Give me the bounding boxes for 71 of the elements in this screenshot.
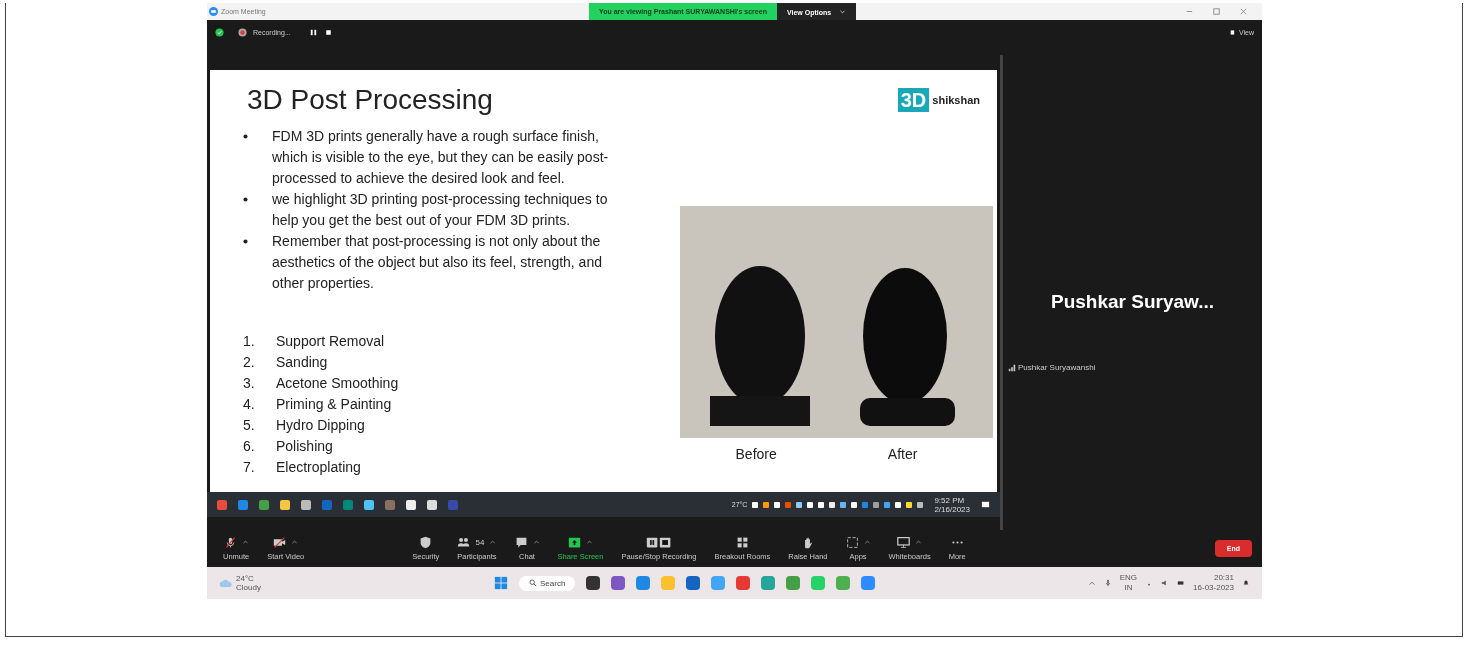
people-icon	[457, 536, 471, 549]
cloud-icon	[219, 578, 233, 588]
logo-mark: 3D	[897, 88, 930, 112]
app-icon[interactable]	[427, 499, 437, 510]
app-icon[interactable]	[406, 499, 416, 510]
view-icon	[1229, 29, 1237, 36]
weather-widget[interactable]: 24°C Cloudy	[219, 574, 494, 592]
caret-up-icon	[863, 539, 871, 546]
chevron-up-icon[interactable]	[1087, 579, 1096, 587]
chat-bubble-icon	[514, 536, 528, 549]
bullet-text: we highlight 3D printing post-processing techniques to help you get the best out of your FDM 3D prints.	[272, 190, 609, 230]
caret-up-icon	[585, 539, 593, 546]
clock-date: 2/16/2023	[934, 504, 970, 514]
step-text: Hydro Dipping	[276, 416, 365, 435]
caret-up-icon	[532, 539, 540, 546]
notification-bell-icon[interactable]	[1242, 579, 1250, 587]
microphone-icon[interactable]	[1103, 579, 1112, 587]
shield-icon[interactable]	[215, 28, 224, 37]
app-icon[interactable]	[280, 499, 290, 510]
video-camera-icon	[273, 536, 287, 549]
step-text: Sanding	[276, 353, 328, 372]
caret-up-icon	[915, 539, 923, 546]
step-number: 3.	[243, 374, 256, 393]
app-icon[interactable]	[586, 576, 601, 590]
bullet-icon	[243, 197, 248, 202]
step-number: 2.	[243, 353, 256, 372]
logo-text: shikshan	[932, 94, 980, 106]
step-number: 5.	[243, 416, 256, 435]
slide-title: 3D Post Processing	[247, 84, 493, 116]
step-number: 6.	[243, 437, 256, 456]
app-icon[interactable]	[364, 499, 374, 510]
signal-icon	[1008, 363, 1016, 372]
grid-icon	[735, 536, 749, 549]
bullet-text: FDM 3D prints generally have a rough surface finish, which is visible to the eye, but they can be easily post-processed to achieve the desired look and feel.	[272, 127, 610, 188]
notification-icon[interactable]	[981, 500, 990, 509]
step-text: Electroplating	[276, 458, 361, 477]
app-icon[interactable]	[301, 499, 311, 510]
bullet-icon	[243, 134, 248, 139]
step-number: 7.	[243, 458, 256, 477]
microphone-icon	[223, 536, 237, 549]
taskbar-clock[interactable]: 20:31 16-03-2023	[1193, 573, 1234, 593]
step-text: Polishing	[276, 437, 333, 456]
bullet-text: Remember that post-processing is not only about the aesthetics of the object but also its feel, strength, and other properties.	[272, 232, 603, 293]
caret-up-icon	[489, 539, 497, 546]
search-button[interactable]: Search	[519, 575, 576, 591]
close-icon[interactable]	[1239, 7, 1248, 16]
caret-up-icon	[241, 539, 249, 546]
step-text: Acetone Smoothing	[276, 374, 399, 393]
caret-up-icon	[291, 539, 299, 546]
clock-time: 9:52 PM	[934, 495, 966, 505]
participant-name: Pushkar Suryaw...	[1050, 291, 1215, 313]
shield-icon	[419, 536, 433, 549]
share-screen-icon	[567, 536, 581, 549]
bullet-icon	[243, 239, 248, 244]
monitor-icon	[897, 536, 911, 549]
step-number: 1.	[243, 332, 256, 351]
photo-caption: After	[887, 446, 918, 462]
participant-label: Pushkar Suryawanshi	[1008, 363, 1096, 372]
apps-icon	[845, 536, 859, 549]
language-indicator[interactable]: ENG IN	[1119, 573, 1138, 593]
start-icon[interactable]	[494, 576, 508, 590]
recording-dot-icon	[238, 28, 247, 37]
step-number: 4.	[243, 395, 256, 414]
stop-icon[interactable]	[323, 28, 333, 37]
photo-caption: Before	[735, 446, 777, 462]
battery-icon[interactable]	[1177, 579, 1186, 587]
step-text: Support Removal	[276, 332, 385, 351]
step-text: Priming & Painting	[276, 395, 392, 414]
pause-icon[interactable]	[308, 28, 318, 37]
pause-stop-icon	[645, 536, 672, 549]
search-icon	[529, 579, 537, 587]
